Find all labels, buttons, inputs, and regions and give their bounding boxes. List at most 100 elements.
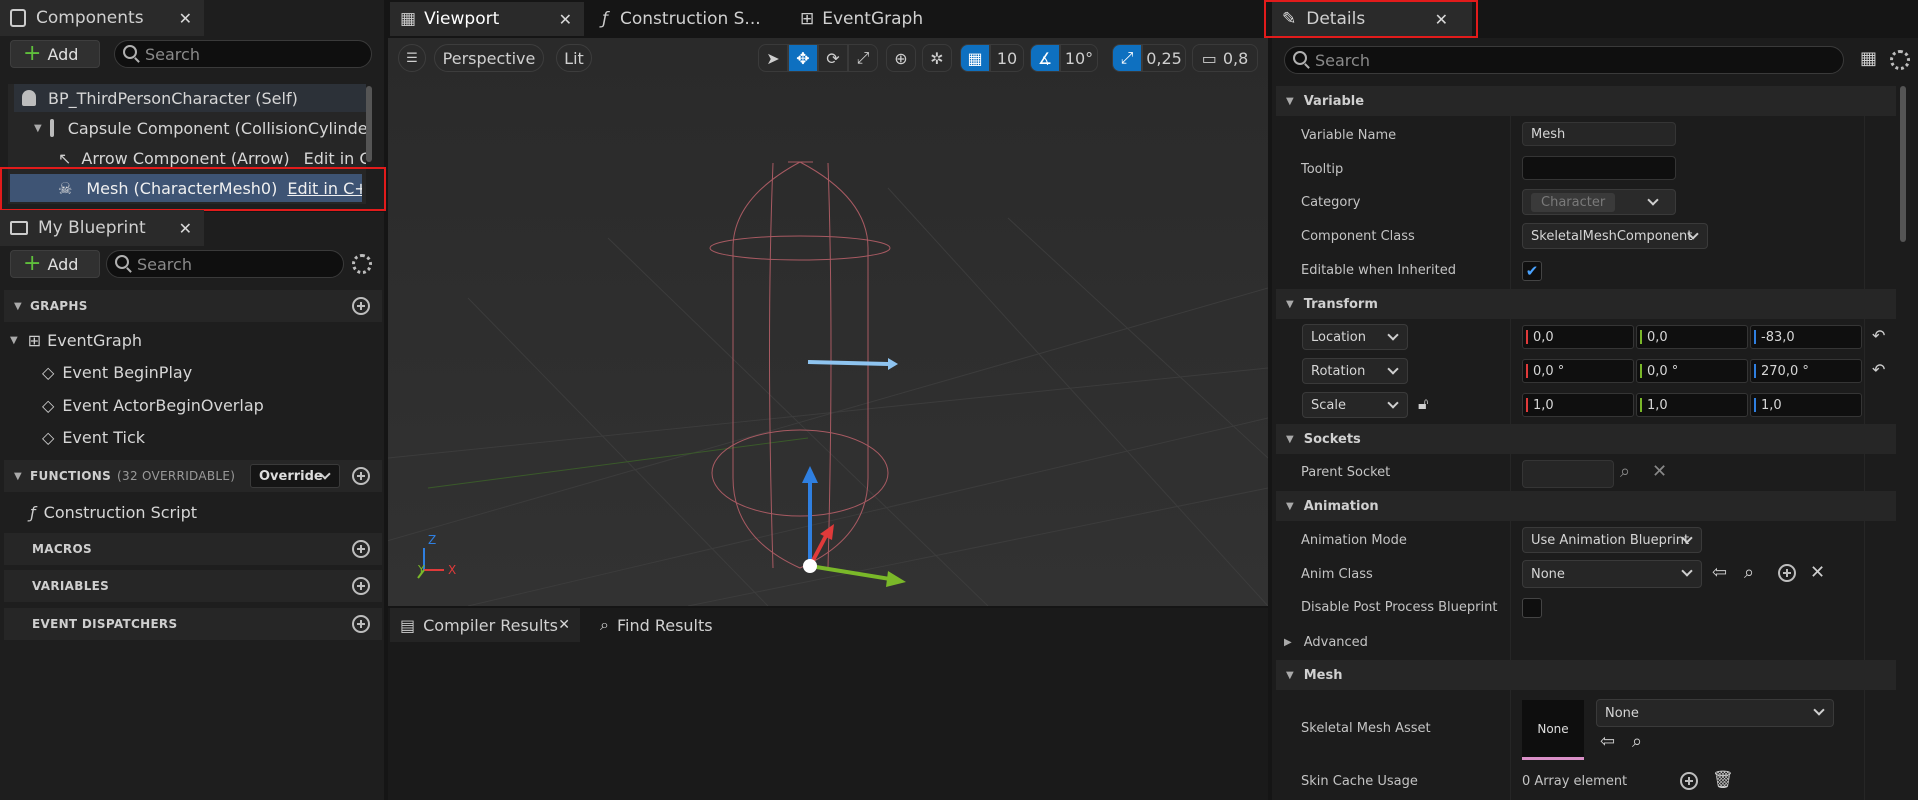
browse-asset-icon[interactable]: ⌕ (1744, 562, 1754, 583)
variable-name-input[interactable]: Mesh (1522, 122, 1676, 146)
add-function-icon[interactable] (352, 467, 370, 485)
tooltip-input[interactable] (1522, 156, 1676, 180)
translate-mode-button[interactable]: ✥ (788, 44, 818, 72)
surface-snap-button[interactable]: ✲ (922, 44, 952, 72)
tab-viewport[interactable]: ▦ Viewport ✕ (390, 2, 584, 36)
clear-socket-icon[interactable]: ✕ (1652, 461, 1667, 482)
add-anim-class-icon[interactable] (1778, 564, 1796, 582)
trash-icon[interactable]: 🗑︎ (1712, 770, 1734, 790)
event-graph-item[interactable]: ▼ ⊞ EventGraph (4, 326, 374, 354)
scale-y-input[interactable]: 1,0 (1636, 393, 1748, 417)
viewport-menu-button[interactable]: ☰ (398, 44, 426, 72)
tab-find-results[interactable]: ⌕ Find Results (590, 608, 750, 642)
rotate-mode-button[interactable]: ⟳ (818, 44, 848, 72)
category-dropdown[interactable]: Character (1522, 189, 1676, 215)
add-macro-icon[interactable] (352, 540, 370, 558)
sockets-section-header[interactable]: ▼ Sockets (1276, 424, 1896, 454)
animation-mode-dropdown[interactable]: Use Animation Blueprint (1522, 527, 1702, 553)
add-component-button[interactable]: + Add (10, 40, 100, 68)
edit-in-cpp-link[interactable]: Edit in C++ (287, 179, 362, 198)
components-tab[interactable]: Components ✕ (0, 0, 204, 36)
rotation-snap-toggle[interactable]: ∡ (1030, 44, 1060, 72)
grid-snap-toggle[interactable]: ▦ (960, 44, 990, 72)
coordinate-space-button[interactable]: ⊕ (886, 44, 916, 72)
transform-section-header[interactable]: ▼ Transform (1276, 289, 1896, 319)
grid-snap-value[interactable]: 10 (990, 44, 1024, 72)
tab-compiler-results[interactable]: ▤ Compiler Results ✕ (390, 608, 580, 642)
close-icon[interactable]: ✕ (179, 9, 192, 28)
macros-section-header[interactable]: ▼MACROS (4, 533, 382, 565)
scale-snap-value[interactable]: 0,25 (1142, 44, 1186, 72)
rotation-mode-dropdown[interactable]: Rotation (1302, 358, 1408, 384)
tab-construction-script[interactable]: ƒ Construction S... (592, 2, 792, 36)
camera-speed-button[interactable]: ▭ 0,8 (1192, 44, 1258, 72)
lit-button[interactable]: Lit (556, 44, 592, 72)
tab-event-graph[interactable]: ⊞ EventGraph (790, 2, 990, 36)
variable-section-header[interactable]: ▼ Variable (1276, 86, 1896, 116)
rotation-snap-value[interactable]: 10° (1060, 44, 1098, 72)
location-mode-dropdown[interactable]: Location (1302, 324, 1408, 350)
reset-rotation-icon[interactable]: ↶ (1872, 360, 1885, 379)
scale-mode-dropdown[interactable]: Scale (1302, 392, 1408, 418)
skeletal-mesh-dropdown[interactable]: None (1596, 699, 1834, 727)
edit-in-cpp-link[interactable]: Edit in C (304, 149, 366, 168)
variables-section-header[interactable]: ▼VARIABLES (4, 570, 382, 602)
editable-inherited-checkbox[interactable]: ✔ (1522, 261, 1542, 281)
add-array-element-icon[interactable] (1680, 772, 1698, 790)
tree-item-self[interactable]: BP_ThirdPersonCharacter (Self) (14, 84, 366, 112)
browse-socket-icon[interactable]: ⌕ (1620, 461, 1630, 482)
clear-anim-class-icon[interactable]: ✕ (1810, 562, 1825, 583)
construction-script-item[interactable]: ƒ Construction Script (4, 498, 374, 526)
rotation-y-input[interactable]: 0,0 ° (1636, 359, 1748, 383)
close-icon[interactable]: ✕ (559, 10, 572, 29)
anim-class-dropdown[interactable]: None (1522, 560, 1702, 588)
components-search-input[interactable]: Search (114, 40, 372, 68)
my-blueprint-search-input[interactable]: Search (106, 250, 344, 278)
details-tab[interactable]: ✎ Details ✕ (1272, 2, 1472, 36)
tree-item-arrow[interactable]: ↖ Arrow Component (Arrow) Edit in C (14, 144, 366, 172)
event-item[interactable]: ◇ Event ActorBeginOverlap (4, 391, 374, 419)
location-z-input[interactable]: -83,0 (1750, 325, 1862, 349)
close-icon[interactable]: ✕ (1435, 10, 1448, 29)
reset-location-icon[interactable]: ↶ (1872, 326, 1885, 345)
tree-item-capsule[interactable]: ▼ Capsule Component (CollisionCylinde (14, 114, 366, 142)
component-class-dropdown[interactable]: SkeletalMeshComponent (1522, 223, 1708, 249)
add-blueprint-item-button[interactable]: + Add (10, 250, 100, 278)
close-icon[interactable]: ✕ (558, 617, 570, 633)
scale-mode-button[interactable]: ⤢ (848, 44, 878, 72)
add-dispatcher-icon[interactable] (352, 615, 370, 633)
tree-scrollbar[interactable] (366, 86, 372, 162)
select-mode-button[interactable]: ➤ (758, 44, 788, 72)
rotation-z-input[interactable]: 270,0 ° (1750, 359, 1862, 383)
scale-z-input[interactable]: 1,0 (1750, 393, 1862, 417)
advanced-row[interactable]: ▶ Advanced (1276, 628, 1896, 656)
scale-x-input[interactable]: 1,0 (1522, 393, 1634, 417)
animation-section-header[interactable]: ▼ Animation (1276, 491, 1896, 521)
event-item[interactable]: ◇ Event BeginPlay (4, 358, 374, 386)
perspective-button[interactable]: Perspective (434, 44, 544, 72)
location-x-input[interactable]: 0,0 (1522, 325, 1634, 349)
browse-mesh-icon[interactable]: ⌕ (1632, 731, 1642, 752)
table-view-icon[interactable]: ▦ (1860, 48, 1877, 69)
settings-gear-icon[interactable] (1890, 50, 1910, 70)
disable-post-process-checkbox[interactable] (1522, 598, 1542, 618)
dispatchers-section-header[interactable]: ▼EVENT DISPATCHERS (4, 608, 382, 640)
parent-socket-input[interactable] (1522, 460, 1614, 488)
viewport[interactable]: Z X Y (388, 38, 1268, 606)
close-icon[interactable]: ✕ (179, 219, 192, 238)
location-y-input[interactable]: 0,0 (1636, 325, 1748, 349)
my-blueprint-tab[interactable]: My Blueprint ✕ (0, 210, 204, 246)
override-dropdown[interactable]: Override (250, 464, 340, 488)
add-variable-icon[interactable] (352, 577, 370, 595)
use-selected-mesh-icon[interactable]: ⇦ (1600, 731, 1615, 752)
graphs-section-header[interactable]: ▼ GRAPHS (4, 290, 382, 322)
gear-icon[interactable] (352, 254, 372, 274)
scale-snap-toggle[interactable]: ⤢ (1112, 44, 1142, 72)
use-selected-icon[interactable]: ⇦ (1712, 562, 1727, 583)
tree-item-mesh[interactable]: ☠ Mesh (CharacterMesh0) Edit in C++ (10, 174, 362, 202)
add-graph-icon[interactable] (352, 297, 370, 315)
details-search-input[interactable]: Search (1284, 46, 1844, 74)
rotation-x-input[interactable]: 0,0 ° (1522, 359, 1634, 383)
event-item[interactable]: ◇ Event Tick (4, 423, 374, 451)
details-scrollbar[interactable] (1900, 86, 1906, 242)
